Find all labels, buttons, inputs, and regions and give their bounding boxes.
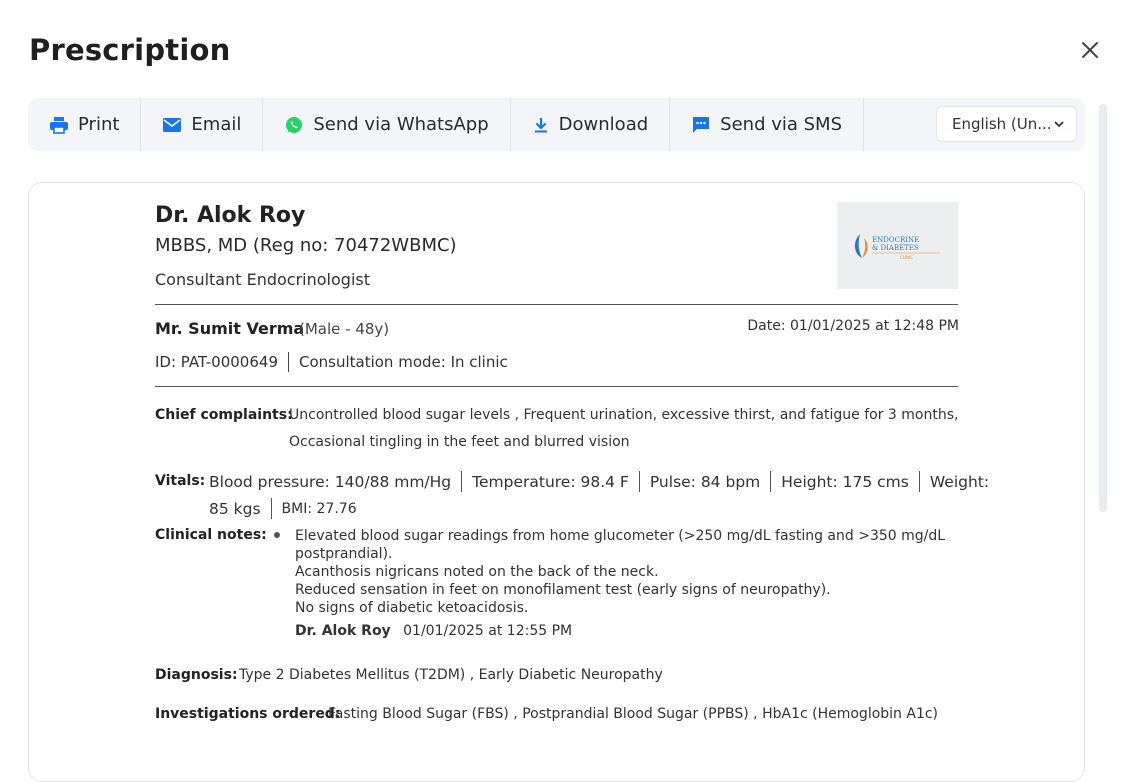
- clinical-note-line: Reduced sensation in feet on monofilamen…: [295, 582, 831, 598]
- vital-weight-value: 85 kgs: [209, 499, 261, 518]
- patient-name: Mr. Sumit Verma: [155, 319, 305, 338]
- clinical-note-line: Elevated blood sugar readings from home …: [295, 528, 946, 544]
- vital-pulse: Pulse: 84 bpm: [649, 472, 761, 491]
- visit-date: Date: 01/01/2025 at 12:48 PM: [747, 318, 959, 334]
- clinical-notes-signature: Dr. Alok Roy 01/01/2025 at 12:55 PM: [295, 623, 572, 639]
- patient-gender-age: (Male - 48y): [299, 320, 390, 338]
- whatsapp-icon: [286, 116, 303, 133]
- vital-temperature: Temperature: 98.4 F: [472, 472, 629, 491]
- logo-line3: CLINIC: [900, 255, 913, 260]
- clinical-notes-text: Elevated blood sugar readings from home …: [295, 527, 945, 617]
- vital-bmi: BMI: 27.76: [281, 500, 357, 517]
- sms-icon: [693, 116, 710, 133]
- chief-complaints-line-1: Uncontrolled blood sugar levels , Freque…: [289, 407, 959, 423]
- chief-complaints-line-2: Occasional tingling in the feet and blur…: [289, 434, 630, 450]
- whatsapp-label: Send via WhatsApp: [313, 114, 489, 135]
- print-label: Print: [78, 114, 120, 135]
- language-select[interactable]: English (Un...: [936, 106, 1077, 142]
- signed-at: 01/01/2025 at 12:55 PM: [403, 623, 573, 639]
- mail-icon: [163, 117, 182, 132]
- vital-weight-label: Weight:: [929, 472, 990, 491]
- doctor-designation: Consultant Endocrinologist: [155, 270, 370, 289]
- printer-icon: [50, 116, 68, 134]
- clinical-notes-label: Clinical notes:: [155, 527, 267, 543]
- patient-divider: [155, 386, 958, 387]
- close-button[interactable]: [1078, 38, 1102, 62]
- separator: [918, 471, 920, 492]
- clinical-note-line: Acanthosis nigricans noted on the back o…: [295, 564, 659, 580]
- investigations-label: Investigations ordered:: [155, 706, 341, 722]
- separator: [770, 471, 772, 492]
- chief-complaints-label: Chief complaints:: [155, 407, 293, 423]
- clinical-note-line: No signs of diabetic ketoacidosis.: [295, 600, 529, 616]
- vitals-line-1: Blood pressure: 140/88 mm/Hg Temperature…: [209, 471, 989, 492]
- close-icon[interactable]: [1078, 38, 1102, 62]
- clinic-logo: ENDOCRINE & DIABETES CLINIC: [837, 202, 958, 289]
- language-value: English (Un...: [952, 115, 1052, 133]
- action-toolbar: Print Email Send via WhatsApp Download S…: [28, 98, 1085, 151]
- chevron-down-icon: [1054, 121, 1064, 128]
- email-button[interactable]: Email: [141, 98, 264, 151]
- prescription-card: Dr. Alok Roy MBBS, MD (Reg no: 70472WBMC…: [28, 182, 1085, 782]
- separator: [287, 352, 289, 372]
- investigations-value: Fasting Blood Sugar (FBS) , Postprandial…: [328, 706, 939, 722]
- diagnosis-value: Type 2 Diabetes Mellitus (T2DM) , Early …: [239, 667, 663, 683]
- diagnosis-label: Diagnosis:: [155, 667, 238, 683]
- separator: [461, 471, 463, 492]
- whatsapp-button[interactable]: Send via WhatsApp: [263, 98, 511, 151]
- consultation-mode: Consultation mode: In clinic: [298, 353, 508, 371]
- signed-by: Dr. Alok Roy: [295, 623, 391, 639]
- doctor-name: Dr. Alok Roy: [155, 203, 306, 228]
- download-button[interactable]: Download: [511, 98, 671, 151]
- email-label: Email: [191, 114, 242, 135]
- sms-label: Send via SMS: [720, 114, 842, 135]
- separator: [638, 471, 640, 492]
- vitals-line-2: 85 kgs BMI: 27.76: [209, 498, 357, 519]
- page-title: Prescription: [29, 33, 231, 67]
- download-label: Download: [558, 114, 649, 135]
- doctor-qualification: MBBS, MD (Reg no: 70472WBMC): [155, 235, 457, 256]
- vitals-label: Vitals:: [155, 473, 206, 489]
- sms-button[interactable]: Send via SMS: [670, 98, 864, 151]
- clinical-note-line: postprandial).: [295, 546, 393, 562]
- logo-line1: ENDOCRINE: [872, 236, 919, 244]
- patient-id-line: ID: PAT-0000649 Consultation mode: In cl…: [155, 352, 508, 372]
- bullet: [274, 532, 280, 538]
- logo-line2: & DIABETES: [872, 244, 919, 252]
- scrollbar[interactable]: [1099, 104, 1107, 512]
- vital-blood-pressure: Blood pressure: 140/88 mm/Hg: [209, 472, 452, 491]
- patient-id: ID: PAT-0000649: [155, 353, 278, 371]
- vital-height: Height: 175 cms: [781, 472, 909, 491]
- separator: [270, 498, 272, 519]
- clinic-logo-image: ENDOCRINE & DIABETES CLINIC: [854, 233, 940, 260]
- print-button[interactable]: Print: [28, 98, 142, 151]
- download-icon: [534, 117, 547, 132]
- header-divider: [155, 304, 958, 305]
